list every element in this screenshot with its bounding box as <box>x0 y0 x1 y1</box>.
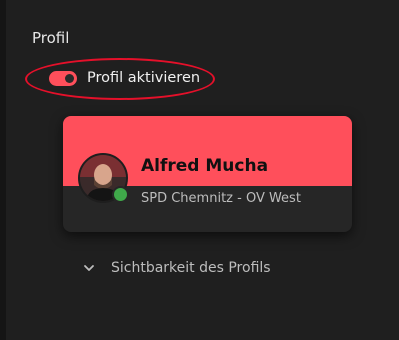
profile-name: Alfred Mucha <box>141 156 269 176</box>
section-title: Profil <box>32 29 70 47</box>
online-status-icon <box>112 186 129 203</box>
avatar-container <box>78 153 129 203</box>
visibility-expander[interactable]: Sichtbarkeit des Profils <box>83 260 271 276</box>
profile-organization: SPD Chemnitz - OV West <box>141 191 301 206</box>
window-left-edge <box>0 0 6 340</box>
chevron-down-icon <box>84 265 94 271</box>
visibility-label: Sichtbarkeit des Profils <box>111 260 271 276</box>
highlight-annotation <box>25 58 215 100</box>
profile-card: Alfred Mucha SPD Chemnitz - OV West <box>63 116 352 232</box>
